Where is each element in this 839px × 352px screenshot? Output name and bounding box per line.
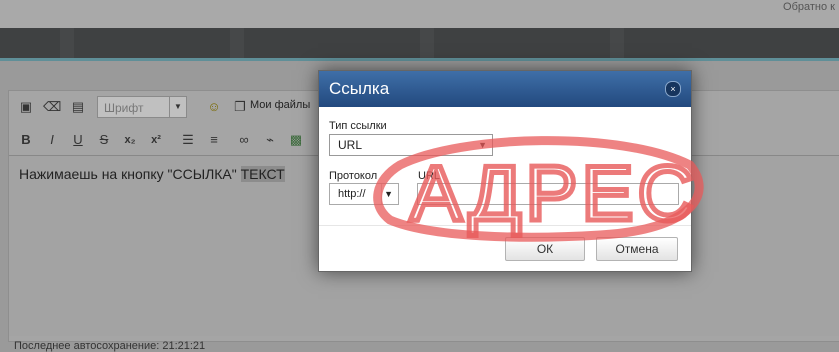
italic-button[interactable]: I xyxy=(43,131,61,149)
url-input[interactable] xyxy=(417,183,679,205)
nav-decoration xyxy=(60,28,74,58)
nav-decoration xyxy=(610,28,624,58)
chevron-down-icon: ▼ xyxy=(169,97,186,117)
protocol-label: Протокол xyxy=(329,170,378,182)
link-type-select[interactable]: URL ▼ xyxy=(329,134,493,156)
link-dialog: Ссылка × Тип ссылки URL ▼ Протокол http:… xyxy=(318,70,692,272)
numbered-list-icon[interactable]: ≡ xyxy=(205,131,223,149)
nav-decoration xyxy=(420,28,434,58)
url-label: URL xyxy=(418,170,441,182)
ok-button[interactable]: ОК xyxy=(505,237,585,261)
autosave-status: Последнее автосохранение: 21:21:21 xyxy=(14,340,206,352)
bulleted-list-icon[interactable]: ☰ xyxy=(179,131,197,149)
eraser-icon[interactable]: ⌫ xyxy=(43,98,61,116)
link-type-label: Тип ссылки xyxy=(329,120,387,132)
bold-button[interactable]: B xyxy=(17,131,35,149)
unlink-icon[interactable]: ⌁ xyxy=(261,131,279,149)
editor-text: Нажимаешь на кнопку "ССЫЛКА" ТЕКСТ xyxy=(19,166,285,182)
protocol-select[interactable]: http:// ▼ xyxy=(329,183,399,205)
subscript-button[interactable]: x₂ xyxy=(121,131,139,149)
chevron-down-icon: ▼ xyxy=(478,140,487,150)
editor-text-selected: ТЕКСТ xyxy=(240,166,285,182)
back-link[interactable]: Обратно к xyxy=(783,1,835,13)
dialog-title: Ссылка xyxy=(329,79,390,98)
protocol-value: http:// xyxy=(338,188,366,200)
font-select-value: Шрифт xyxy=(104,101,144,115)
nav-bar xyxy=(0,28,839,61)
close-icon[interactable]: × xyxy=(665,81,681,97)
cancel-button[interactable]: Отмена xyxy=(596,237,678,261)
font-select[interactable]: Шрифт ▼ xyxy=(97,96,187,118)
dialog-header: Ссылка × xyxy=(319,71,691,107)
source-icon[interactable]: ▣ xyxy=(17,98,35,116)
chevron-down-icon: ▼ xyxy=(384,189,393,199)
my-files-button[interactable]: Мои файлы xyxy=(250,99,310,111)
dialog-divider xyxy=(319,225,691,226)
link-icon[interactable]: ∞ xyxy=(235,131,253,149)
select-separator xyxy=(381,184,382,204)
underline-button[interactable]: U xyxy=(69,131,87,149)
editor-text-plain: Нажимаешь на кнопку "ССЫЛКА" xyxy=(19,166,241,182)
files-icon[interactable]: ❐ xyxy=(231,98,249,116)
link-type-value: URL xyxy=(338,138,363,152)
top-bar: Обратно к xyxy=(0,0,839,28)
strike-button[interactable]: S xyxy=(95,131,113,149)
nav-decoration xyxy=(230,28,244,58)
template-icon[interactable]: ▤ xyxy=(69,98,87,116)
superscript-button[interactable]: x² xyxy=(147,131,165,149)
image-icon[interactable]: ▩ xyxy=(287,131,305,149)
dialog-body: Тип ссылки URL ▼ Протокол http:// ▼ URL … xyxy=(319,107,691,271)
smiley-icon[interactable]: ☺ xyxy=(205,98,223,116)
